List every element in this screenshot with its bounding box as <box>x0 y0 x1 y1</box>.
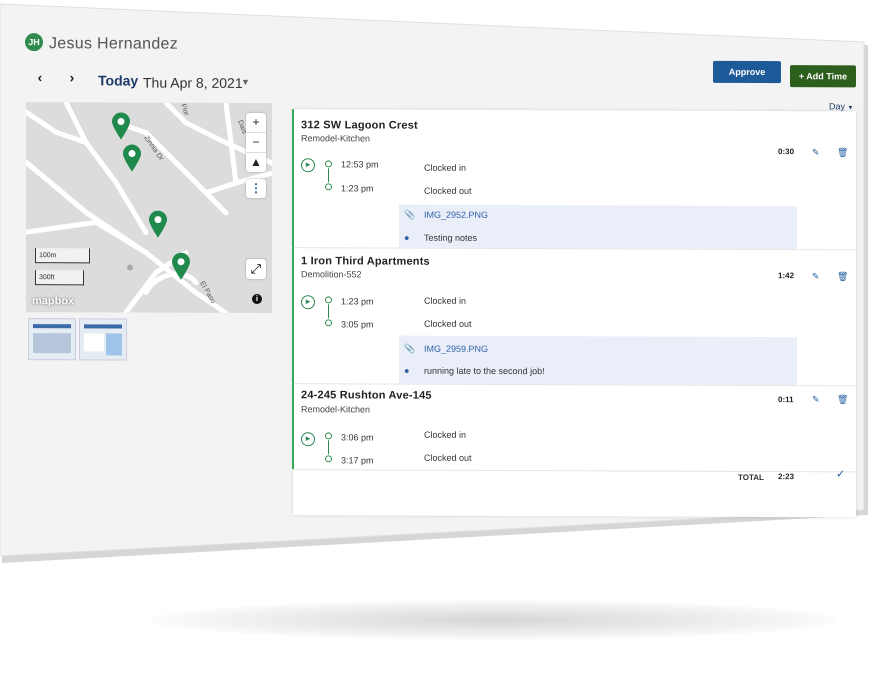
location-pin-icon <box>325 183 332 191</box>
current-date[interactable]: Thu Apr 8, 2021 <box>143 75 243 91</box>
clock-out-time: 3:17 pm <box>341 455 374 466</box>
map-marker-icon[interactable] <box>148 210 168 239</box>
edit-icon[interactable]: ✎ <box>812 147 820 158</box>
delete-icon[interactable]: 🗑 <box>837 394 848 405</box>
clock-out-label: Clocked out <box>424 452 472 463</box>
total-label: TOTAL <box>738 472 764 483</box>
zoom-out-button[interactable]: − <box>246 132 266 154</box>
timeline-connector <box>328 304 329 319</box>
scale-bar-metric: 100m <box>35 248 90 264</box>
job-title: 312 SW Lagoon Crest <box>301 119 418 132</box>
job-subtitle: Remodel-Kitchen <box>301 404 371 415</box>
play-icon[interactable]: ▶ <box>301 158 315 173</box>
photo-thumbnail[interactable] <box>79 318 127 361</box>
app-content: JH Jesus Hernandez ‹ › Today Thu Apr 8, … <box>0 0 884 564</box>
attachments-box: 📎 IMG_2959.PNG ● running late to the sec… <box>399 335 797 386</box>
clock-out-time: 3:05 pm <box>341 319 374 330</box>
location-pin-icon <box>325 319 332 327</box>
info-icon[interactable]: i <box>252 294 262 305</box>
map-menu-button[interactable]: ⋮ <box>246 179 266 198</box>
today-button[interactable]: Today <box>98 72 138 88</box>
location-pin-icon <box>325 432 332 440</box>
fullscreen-icon[interactable]: ⤢ <box>246 258 266 280</box>
play-icon[interactable]: ▶ <box>301 432 315 447</box>
edit-icon[interactable]: ✎ <box>812 394 820 405</box>
paperclip-icon: 📎 <box>404 209 416 220</box>
photo-thumbnail[interactable] <box>28 318 76 361</box>
location-pin-icon <box>325 296 332 304</box>
map-marker-icon[interactable] <box>122 144 142 172</box>
avatar: JH <box>25 33 43 52</box>
comment-icon: ● <box>404 232 410 243</box>
job-accent-bar <box>292 109 294 248</box>
job-title: 24-245 Rushton Ave-145 <box>301 389 432 402</box>
clock-in-label: Clocked in <box>424 162 467 173</box>
job-accent-bar <box>292 247 294 384</box>
clock-out-label: Clocked out <box>424 185 472 196</box>
job-duration: 0:30 <box>778 147 795 157</box>
caret-down-icon[interactable]: ▼ <box>241 77 250 87</box>
map[interactable]: Zinnia Dr Flor Dais El Paso + − ▲ ⋮ ⤢ 10… <box>26 102 272 314</box>
job-duration: 1:42 <box>778 271 795 281</box>
delete-icon[interactable]: 🗑 <box>837 271 848 282</box>
note-text: running late to the second job! <box>424 365 545 377</box>
check-icon[interactable]: ✓ <box>836 467 845 480</box>
location-pin-icon <box>325 455 332 463</box>
job-entry: 1 Iron Third Apartments Demolition-552 1… <box>292 247 856 387</box>
timeline-connector <box>328 168 329 183</box>
employee-name: Jesus Hernandez <box>49 35 179 53</box>
attachment-link[interactable]: IMG_2952.PNG <box>424 210 488 220</box>
scale-bar-imperial: 300ft <box>35 270 84 286</box>
map-marker-icon[interactable] <box>111 112 131 140</box>
clock-out-label: Clocked out <box>424 318 472 329</box>
clock-in-time: 12:53 pm <box>341 159 379 170</box>
job-entry: 24-245 Rushton Ave-145 Remodel-Kitchen 0… <box>292 383 856 473</box>
play-icon[interactable]: ▶ <box>301 295 315 310</box>
comment-icon: ● <box>404 365 410 376</box>
job-entry: 312 SW Lagoon Crest Remodel-Kitchen 0:30… <box>292 109 856 251</box>
job-title: 1 Iron Third Apartments <box>301 255 430 268</box>
note-text: Testing notes <box>424 232 478 243</box>
chevron-left-icon[interactable]: ‹ <box>32 69 48 85</box>
clock-in-time: 3:06 pm <box>341 432 374 443</box>
timeline-connector <box>328 440 329 455</box>
chevron-right-icon[interactable]: › <box>64 69 80 85</box>
add-time-button[interactable]: + Add Time <box>790 65 856 88</box>
map-menu-control: ⋮ <box>246 178 266 199</box>
view-selector[interactable]: Day ▼ <box>829 101 853 111</box>
view-label: Day <box>829 101 846 112</box>
clock-in-label: Clocked in <box>424 429 467 440</box>
location-pin-icon <box>325 160 332 168</box>
clock-in-time: 1:23 pm <box>341 296 374 307</box>
map-zoom-controls: + − ▲ <box>246 112 266 173</box>
zoom-in-button[interactable]: + <box>246 112 266 134</box>
delete-icon[interactable]: 🗑 <box>837 147 848 158</box>
edit-icon[interactable]: ✎ <box>812 271 820 282</box>
time-entries-panel: 312 SW Lagoon Crest Remodel-Kitchen 0:30… <box>292 109 856 518</box>
attachment-link[interactable]: IMG_2959.PNG <box>424 344 488 354</box>
clock-in-label: Clocked in <box>424 295 467 306</box>
job-duration: 0:11 <box>778 395 794 405</box>
map-marker-icon[interactable] <box>171 252 191 281</box>
job-subtitle: Demolition-552 <box>301 269 362 280</box>
paperclip-icon: 📎 <box>404 343 416 354</box>
clock-out-time: 1:23 pm <box>341 183 374 194</box>
attachments-box: 📎 IMG_2952.PNG ● Testing notes <box>399 204 797 250</box>
compass-button[interactable]: ▲ <box>246 153 266 172</box>
job-accent-bar <box>292 383 294 470</box>
mapbox-logo[interactable]: mapbox <box>32 295 74 307</box>
approve-button[interactable]: Approve <box>713 60 781 84</box>
job-subtitle: Remodel-Kitchen <box>301 133 371 144</box>
total-value: 2:23 <box>778 472 795 482</box>
